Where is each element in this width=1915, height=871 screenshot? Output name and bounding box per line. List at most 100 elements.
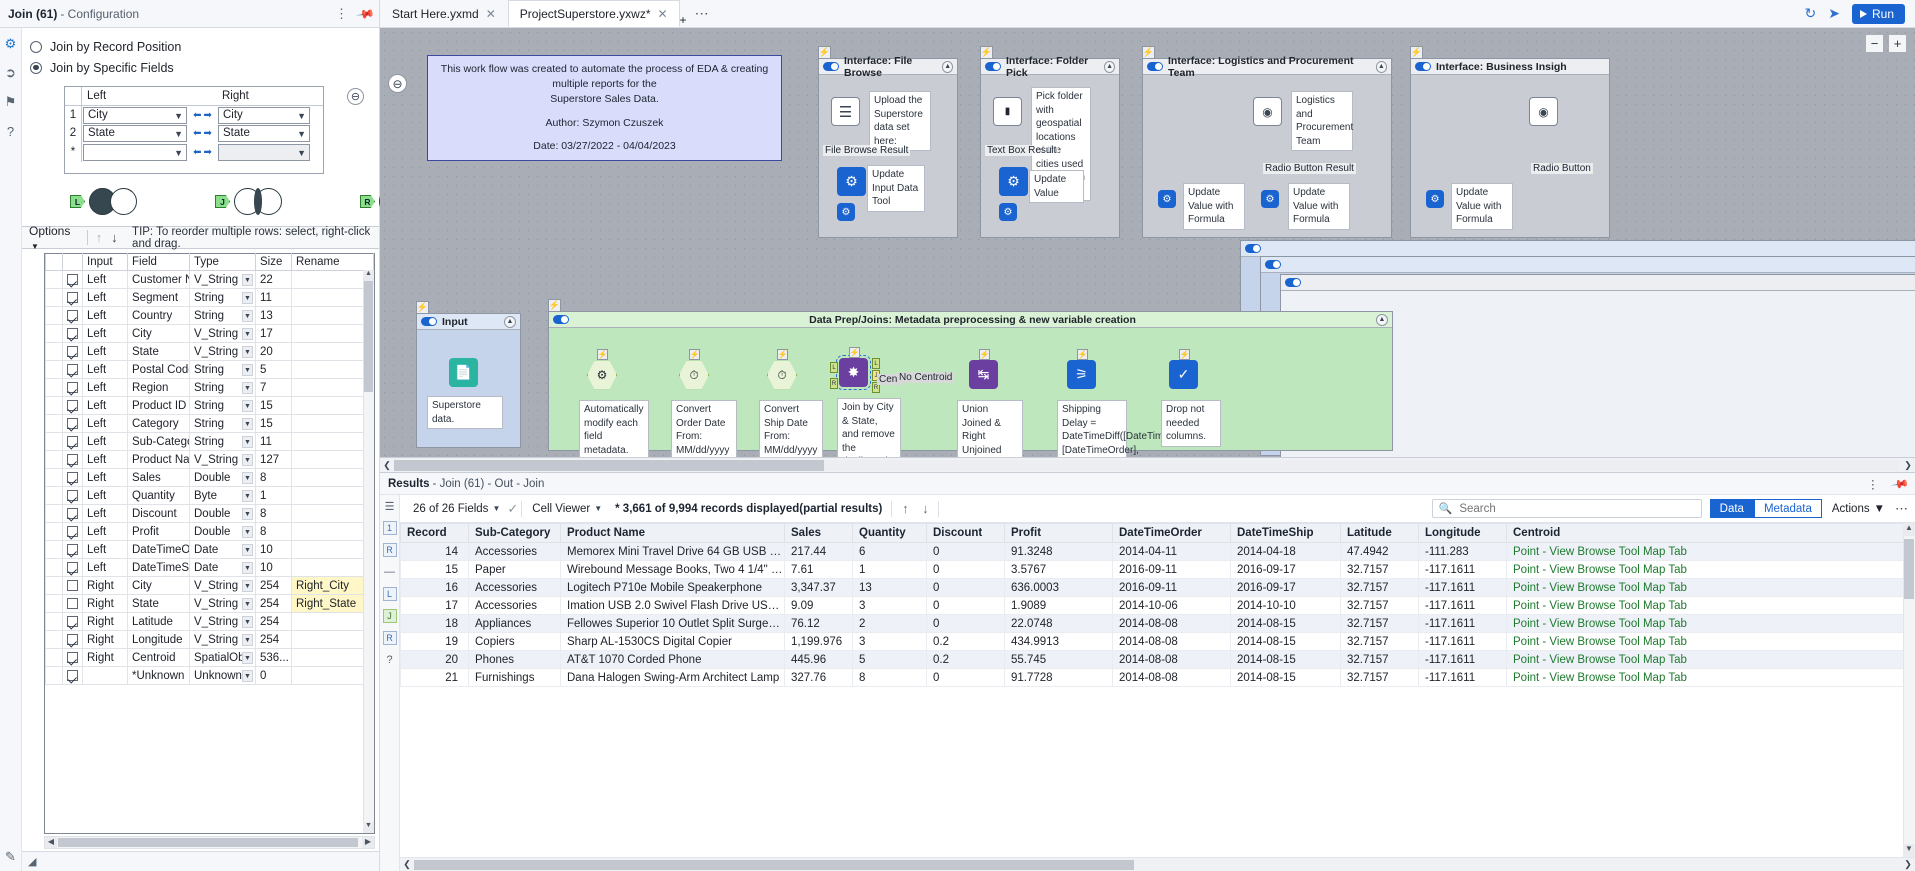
data-button[interactable]: Data xyxy=(1709,499,1754,518)
checkbox-icon[interactable] xyxy=(67,363,78,375)
field-row[interactable]: Left Product ID String ▼ 15 xyxy=(45,396,374,415)
help-icon[interactable]: ? xyxy=(383,653,397,667)
close-icon[interactable]: ✕ xyxy=(657,7,667,21)
scroll-up-icon[interactable]: ▲ xyxy=(1903,523,1915,536)
tool-select[interactable]: ⚡ ✓ xyxy=(1169,349,1201,392)
field-row[interactable]: LeftDateTimeShipDate▼10 xyxy=(45,558,374,577)
tool-action-2[interactable]: ⚙ xyxy=(837,203,869,235)
join-left-select-1[interactable]: City ▼ xyxy=(83,106,187,124)
field-type-cell[interactable]: SpatialObj ▼ xyxy=(189,648,256,667)
field-row[interactable]: LeftDateTimeOrderDate▼10 xyxy=(45,540,374,559)
zoom-out-button[interactable]: − xyxy=(1865,34,1884,53)
reorder-cell[interactable] xyxy=(45,360,63,379)
container-interface-business-insight[interactable]: ⚡ Interface: Business Insigh ◉ Radio But… xyxy=(1410,46,1610,238)
metadata-button[interactable]: Metadata xyxy=(1753,499,1822,518)
field-size-cell[interactable]: 13 xyxy=(255,306,292,325)
results-column-header[interactable]: DateTimeShip xyxy=(1230,523,1341,543)
send-icon[interactable]: ➤ xyxy=(1828,5,1840,22)
checkbox-icon[interactable] xyxy=(67,615,78,627)
field-row[interactable]: Left Profit Double ▼ 8 xyxy=(45,522,374,541)
tab-overflow-icon[interactable]: ⋯ xyxy=(687,0,717,27)
reorder-cell[interactable] xyxy=(45,612,63,631)
reorder-cell[interactable] xyxy=(45,396,63,415)
reorder-cell[interactable] xyxy=(45,468,63,487)
reorder-cell[interactable] xyxy=(45,630,63,649)
container-toggle[interactable] xyxy=(1415,62,1431,71)
field-checkbox-cell[interactable] xyxy=(62,558,83,577)
new-tab-icon[interactable]: + xyxy=(680,13,687,27)
field-size-cell[interactable]: 7 xyxy=(255,378,292,397)
cell-centroid[interactable]: Point - View Browse Tool Map Tab xyxy=(1506,542,1915,561)
tag-icon[interactable]: ⚑ xyxy=(3,94,19,110)
checkbox-icon[interactable] xyxy=(67,633,78,645)
field-type-cell[interactable]: V_String ▼ xyxy=(189,450,256,469)
results-column-header[interactable]: Sub-Category xyxy=(468,523,561,543)
join-swap-arrows[interactable]: ⬅ ➡ xyxy=(188,106,217,124)
join-swap-arrows[interactable]: ⬅ ➡ xyxy=(188,124,217,142)
results-vscrollbar[interactable]: ▲ ▼ xyxy=(1903,523,1915,857)
cell-centroid[interactable]: Point - View Browse Tool Map Tab xyxy=(1506,632,1915,651)
field-row[interactable]: Left Sales Double ▼ 8 xyxy=(45,468,374,487)
field-checkbox-cell[interactable] xyxy=(62,306,83,325)
field-checkbox-cell[interactable] xyxy=(62,432,83,451)
join-right-select-new[interactable]: ▼ xyxy=(218,143,310,161)
reorder-cell[interactable] xyxy=(45,648,63,667)
checkbox-icon[interactable] xyxy=(67,507,78,519)
hscroll-thumb[interactable] xyxy=(394,459,824,471)
tool-update-value-1[interactable]: ⚙ xyxy=(999,167,1031,199)
field-checkbox-cell[interactable] xyxy=(62,486,83,505)
scroll-up-icon[interactable]: ▲ xyxy=(363,270,374,281)
field-type-cell[interactable]: Double ▼ xyxy=(189,504,256,523)
scroll-down-icon[interactable]: ▼ xyxy=(1903,844,1915,857)
field-rename-cell[interactable] xyxy=(291,648,374,667)
reorder-cell[interactable] xyxy=(45,666,63,685)
field-checkbox-cell[interactable] xyxy=(62,576,83,595)
results-column-header[interactable]: Quantity xyxy=(852,523,927,543)
field-type-cell[interactable]: V_String ▼ xyxy=(189,630,256,649)
results-column-header[interactable]: Profit xyxy=(1004,523,1113,543)
scroll-down-icon[interactable]: ▼ xyxy=(363,822,374,833)
checkbox-icon[interactable] xyxy=(67,543,78,555)
results-column-header[interactable]: Record xyxy=(400,523,469,543)
panel-menu-icon[interactable]: ⋮ xyxy=(335,6,348,22)
field-size-cell[interactable]: 8 xyxy=(255,522,292,541)
field-checkbox-cell[interactable] xyxy=(62,288,83,307)
field-type-cell[interactable]: V_String ▼ xyxy=(189,576,256,595)
tool-input-data[interactable]: 📄 xyxy=(449,358,481,390)
field-checkbox-cell[interactable] xyxy=(62,612,83,631)
scroll-right-icon[interactable]: ❯ xyxy=(1901,859,1915,870)
container-interface-folder-pick[interactable]: ⚡ Interface: Folder Pick ▲ ▮ Pick folder… xyxy=(980,46,1120,238)
field-size-cell[interactable]: 8 xyxy=(255,468,292,487)
field-type-cell[interactable]: Date ▼ xyxy=(189,540,256,559)
options-button[interactable]: Options ▼ xyxy=(22,224,83,252)
reorder-cell[interactable] xyxy=(45,432,63,451)
checkbox-icon[interactable] xyxy=(67,597,78,609)
field-rename-cell[interactable] xyxy=(291,540,374,559)
field-rename-cell[interactable] xyxy=(291,486,374,505)
list-icon[interactable]: ☰ xyxy=(383,499,397,513)
move-up-icon[interactable]: ↑ xyxy=(91,230,106,245)
field-size-cell[interactable]: 11 xyxy=(255,432,292,451)
container-toggle[interactable] xyxy=(421,317,437,326)
tool-update-input-1[interactable]: ⚙ xyxy=(837,167,869,199)
results-hscrollbar[interactable]: ❮ ❯ xyxy=(400,857,1915,871)
field-row[interactable]: Left Quantity Byte ▼ 1 xyxy=(45,486,374,505)
cell-centroid[interactable]: Point - View Browse Tool Map Tab xyxy=(1506,596,1915,615)
checkbox-icon[interactable] xyxy=(67,309,78,321)
field-size-cell[interactable]: 254 xyxy=(255,594,292,613)
container-toggle[interactable] xyxy=(1265,260,1281,269)
field-row[interactable]: Right State V_String ▼ 254 Right_State xyxy=(45,594,374,613)
field-type-cell[interactable]: V_String ▼ xyxy=(189,612,256,631)
anchor-icon-1[interactable]: 1 xyxy=(382,521,397,535)
field-row[interactable]: LeftCustomer NameV_String▼22 xyxy=(45,270,374,289)
field-type-cell[interactable]: String ▼ xyxy=(189,432,256,451)
collapse-icon[interactable]: ▲ xyxy=(942,60,953,73)
field-checkbox-cell[interactable] xyxy=(62,270,83,289)
annotation-icon[interactable]: ✎ xyxy=(3,849,19,865)
history-icon[interactable]: ↻ xyxy=(1805,5,1817,22)
anchor-icon-r[interactable]: R xyxy=(382,631,397,645)
checkbox-icon[interactable] xyxy=(67,579,78,591)
tab-project-superstore[interactable]: ProjectSuperstore.yxwz* ✕ xyxy=(507,0,680,27)
join-swap-arrows[interactable]: ⬅ ➡ xyxy=(188,142,217,162)
tool-union[interactable]: ⚡ ↹ xyxy=(969,349,1001,392)
